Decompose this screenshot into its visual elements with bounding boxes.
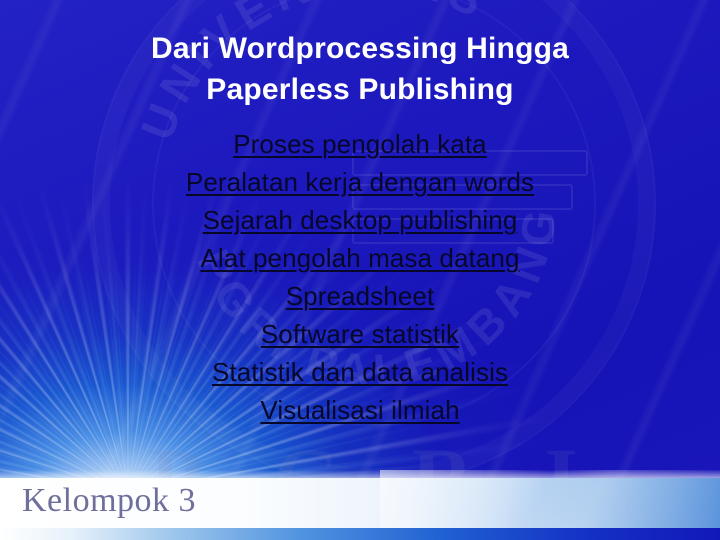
slide-bullet-list: Proses pengolah kata Peralatan kerja den… [60, 125, 660, 429]
list-item-label: Spreadsheet [285, 281, 435, 311]
list-item-label: Sejarah desktop publishing [202, 205, 518, 235]
list-item-label: Statistik dan data analisis [211, 357, 509, 387]
slide-title: Dari Wordprocessing Hingga Paperless Pub… [60, 28, 660, 110]
list-item-label: Visualisasi ilmiah [260, 395, 460, 425]
list-item: Visualisasi ilmiah [60, 391, 660, 429]
list-item-label: Software statistik [260, 319, 460, 349]
list-item: Proses pengolah kata [60, 125, 660, 163]
list-item-label: Peralatan kerja dengan words [185, 167, 535, 197]
list-item: Software statistik [60, 315, 660, 353]
list-item: Spreadsheet [60, 277, 660, 315]
slide-title-line-2: Paperless Publishing [206, 73, 514, 106]
slide-title-line-1: Dari Wordprocessing Hingga [150, 32, 570, 65]
list-item: Sejarah desktop publishing [60, 201, 660, 239]
slide-content: Dari Wordprocessing Hingga Paperless Pub… [0, 0, 720, 540]
group-label: Kelompok 3 [22, 482, 197, 519]
presentation-slide: UNIVERSITAS PGRI PALEMBANG P G R I Dari … [0, 0, 720, 540]
list-item-label: Proses pengolah kata [233, 129, 487, 159]
list-item: Statistik dan data analisis [60, 353, 660, 391]
list-item: Alat pengolah masa datang [60, 239, 660, 277]
list-item: Peralatan kerja dengan words [60, 163, 660, 201]
list-item-label: Alat pengolah masa datang [200, 243, 520, 273]
